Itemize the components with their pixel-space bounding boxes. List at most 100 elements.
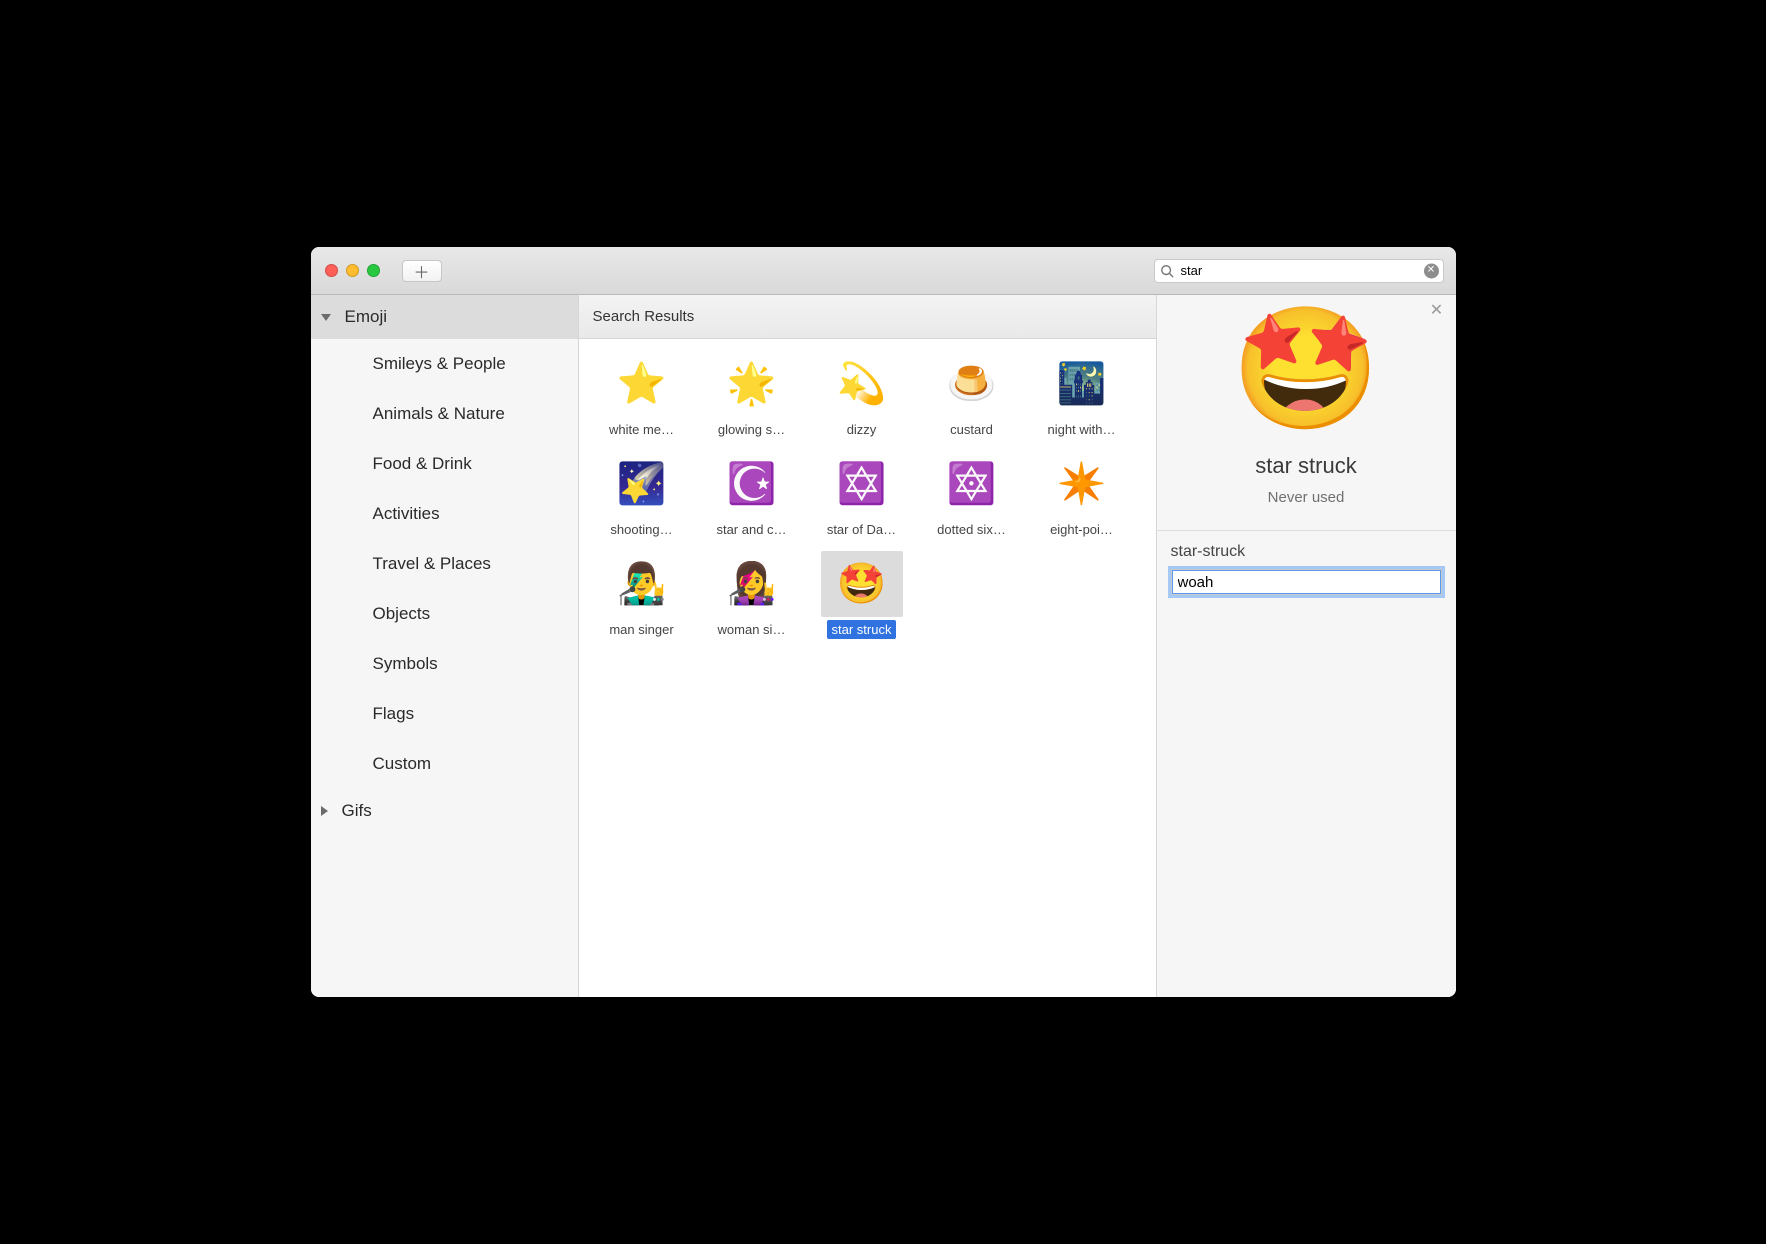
detail-usage-label: Never used — [1268, 489, 1345, 506]
emoji-cell[interactable]: 🔯 dotted six… — [917, 445, 1027, 545]
sidebar-item-label: Flags — [373, 704, 415, 724]
emoji-label: dotted six… — [932, 520, 1011, 539]
titlebar: ＋ ✕ — [311, 247, 1456, 295]
detail-panel: ✕ 🤩 star struck Never used star-struck — [1156, 295, 1456, 997]
sidebar-section-label: Gifs — [342, 801, 372, 821]
emoji-icon-box: ✡️ — [821, 451, 903, 517]
sidebar-item-flags[interactable]: Flags — [311, 689, 578, 739]
detail-emoji-name: star struck — [1255, 453, 1356, 479]
emoji-icon-box: ☪️ — [711, 451, 793, 517]
clear-search-icon[interactable]: ✕ — [1424, 263, 1439, 278]
emoji-cell[interactable]: 🍮 custard — [917, 345, 1027, 445]
sidebar-item-label: Objects — [373, 604, 431, 624]
sidebar-item-custom[interactable]: Custom — [311, 739, 578, 789]
emoji-glyph-icon: ⭐ — [617, 364, 667, 404]
emoji-cell[interactable]: 🌟 glowing s… — [697, 345, 807, 445]
emoji-glyph-icon: ✡️ — [837, 464, 887, 504]
disclosure-triangle-icon — [321, 806, 328, 816]
emoji-cell[interactable]: ☪️ star and c… — [697, 445, 807, 545]
emoji-cell[interactable]: 🤩 star struck — [807, 545, 917, 645]
emoji-cell[interactable]: ✴️ eight-poi… — [1027, 445, 1137, 545]
sidebar-section-gifs[interactable]: Gifs — [311, 789, 578, 833]
emoji-label: star and c… — [711, 520, 791, 539]
sidebar-item-label: Travel & Places — [373, 554, 491, 574]
emoji-cell[interactable]: 👨‍🎤 man singer — [587, 545, 697, 645]
emoji-label: shooting… — [605, 520, 677, 539]
sidebar-item-activities[interactable]: Activities — [311, 489, 578, 539]
close-window-button[interactable] — [325, 264, 338, 277]
sidebar-item-label: Food & Drink — [373, 454, 472, 474]
minimize-window-button[interactable] — [346, 264, 359, 277]
sidebar-section-emoji[interactable]: Emoji — [311, 295, 578, 339]
results-grid: ⭐ white me… 🌟 glowing s… 💫 dizzy 🍮 custard 🌃 nigh… — [579, 339, 1156, 651]
zoom-window-button[interactable] — [367, 264, 380, 277]
emoji-icon-box: 👨‍🎤 — [601, 551, 683, 617]
detail-emoji-preview: 🤩 — [1231, 309, 1380, 429]
emoji-icon-box: 🤩 — [821, 551, 903, 617]
results-header-label: Search Results — [593, 308, 695, 325]
emoji-picker-window: ＋ ✕ Emoji Smileys & People Animals & N — [311, 247, 1456, 997]
emoji-label: white me… — [604, 420, 679, 439]
sidebar-item-animals-nature[interactable]: Animals & Nature — [311, 389, 578, 439]
emoji-label: star of Da… — [822, 520, 901, 539]
sidebar-item-label: Custom — [373, 754, 432, 774]
emoji-label: night with… — [1043, 420, 1121, 439]
emoji-icon-box: ⭐ — [601, 351, 683, 417]
sidebar-item-symbols[interactable]: Symbols — [311, 639, 578, 689]
emoji-label: glowing s… — [713, 420, 790, 439]
emoji-glyph-icon: 👩‍🎤 — [727, 564, 777, 604]
emoji-icon-box: 💫 — [821, 351, 903, 417]
emoji-icon-box: 👩‍🎤 — [711, 551, 793, 617]
results-panel: Search Results ⭐ white me… 🌟 glowing s… 💫 diz… — [579, 295, 1156, 997]
emoji-glyph-icon: 🌠 — [617, 464, 667, 504]
sidebar-item-objects[interactable]: Objects — [311, 589, 578, 639]
emoji-glyph-icon: 👨‍🎤 — [617, 564, 667, 604]
emoji-cell[interactable]: 👩‍🎤 woman si… — [697, 545, 807, 645]
detail-top: ✕ 🤩 star struck Never used — [1157, 295, 1456, 531]
sidebar-item-label: Symbols — [373, 654, 438, 674]
emoji-icon-box: 🌟 — [711, 351, 793, 417]
content-area: Emoji Smileys & People Animals & Nature … — [311, 295, 1456, 997]
search-input[interactable] — [1154, 259, 1444, 283]
emoji-cell[interactable]: ⭐ white me… — [587, 345, 697, 445]
emoji-cell[interactable]: ✡️ star of Da… — [807, 445, 917, 545]
emoji-icon-box: ✴️ — [1041, 451, 1123, 517]
detail-body: star-struck — [1157, 531, 1456, 607]
alias-input[interactable] — [1171, 569, 1442, 595]
emoji-icon-box: 🍮 — [931, 351, 1013, 417]
emoji-cell[interactable]: 🌠 shooting… — [587, 445, 697, 545]
results-header: Search Results — [579, 295, 1156, 339]
sidebar-item-label: Smileys & People — [373, 354, 506, 374]
emoji-cell[interactable]: 💫 dizzy — [807, 345, 917, 445]
sidebar-item-food-drink[interactable]: Food & Drink — [311, 439, 578, 489]
emoji-cell[interactable]: 🌃 night with… — [1027, 345, 1137, 445]
search-icon — [1160, 264, 1174, 278]
emoji-label: custard — [945, 420, 998, 439]
emoji-glyph-icon: 💫 — [837, 364, 887, 404]
emoji-glyph-icon: 🌃 — [1057, 364, 1107, 404]
sidebar-item-label: Animals & Nature — [373, 404, 505, 424]
sidebar-item-label: Activities — [373, 504, 440, 524]
detail-slug-label: star-struck — [1171, 543, 1442, 561]
search-field-wrap: ✕ — [1154, 259, 1444, 283]
emoji-label: eight-poi… — [1045, 520, 1118, 539]
emoji-glyph-icon: 🤩 — [837, 564, 887, 604]
sidebar-item-travel-places[interactable]: Travel & Places — [311, 539, 578, 589]
emoji-glyph-icon: ✴️ — [1057, 464, 1107, 504]
emoji-glyph-icon: 🌟 — [727, 364, 777, 404]
emoji-label: man singer — [604, 620, 678, 639]
emoji-icon-box: 🌃 — [1041, 351, 1123, 417]
emoji-glyph-icon: ☪️ — [727, 464, 777, 504]
close-detail-button[interactable]: ✕ — [1428, 303, 1446, 321]
emoji-icon-box: 🌠 — [601, 451, 683, 517]
sidebar-item-smileys-people[interactable]: Smileys & People — [311, 339, 578, 389]
emoji-label: star struck — [827, 620, 897, 639]
sidebar: Emoji Smileys & People Animals & Nature … — [311, 295, 579, 997]
emoji-glyph-icon: 🔯 — [947, 464, 997, 504]
add-button[interactable]: ＋ — [402, 260, 442, 282]
sidebar-section-label: Emoji — [345, 307, 388, 327]
close-icon: ✕ — [1430, 302, 1443, 319]
emoji-label: woman si… — [713, 620, 791, 639]
emoji-label: dizzy — [842, 420, 882, 439]
traffic-lights — [323, 264, 380, 277]
